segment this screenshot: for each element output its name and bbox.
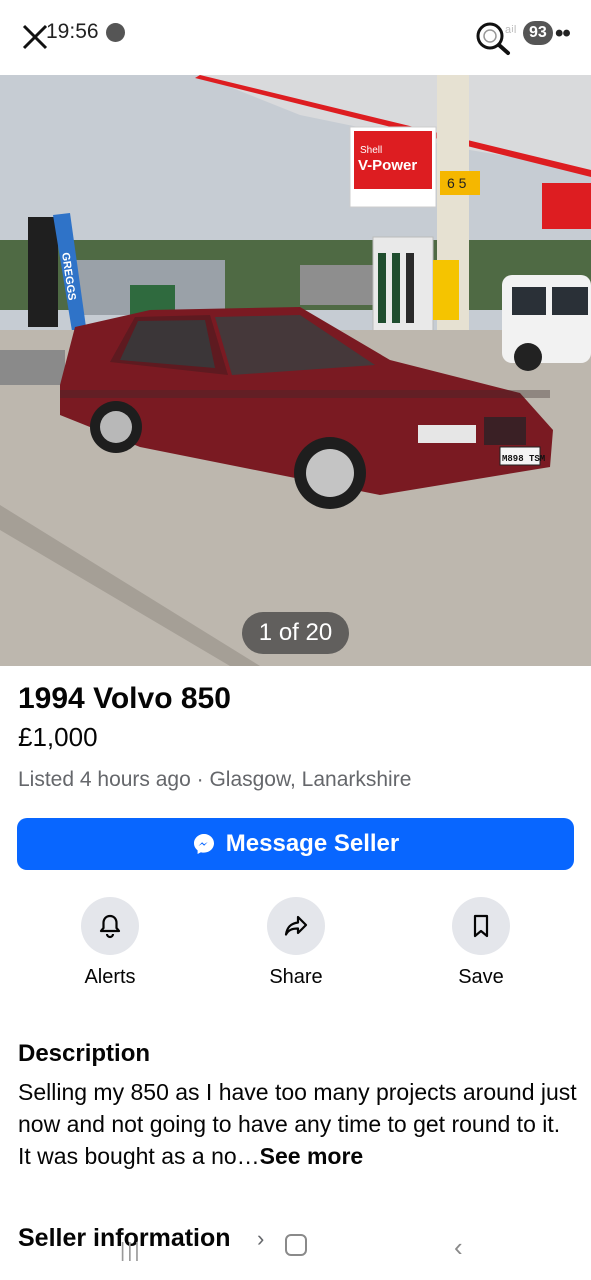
messenger-notification-icon: [106, 23, 125, 42]
alerts-label: Alerts: [84, 966, 136, 988]
more-options-icon[interactable]: ••: [555, 20, 571, 48]
chevron-right-icon[interactable]: ›: [257, 1226, 264, 1252]
home-icon[interactable]: [285, 1234, 307, 1256]
share-action[interactable]: Share: [236, 897, 356, 989]
battery-indicator: 93: [523, 21, 553, 45]
bookmark-icon: [473, 914, 489, 938]
status-time: 19:56: [46, 20, 99, 43]
recent-apps-icon[interactable]: |||: [120, 1240, 142, 1263]
save-button[interactable]: [452, 897, 510, 955]
shell-brand-text: Shell: [360, 145, 382, 156]
save-action[interactable]: Save: [421, 897, 541, 989]
description-heading: Description: [18, 1040, 151, 1067]
alerts-action[interactable]: Alerts: [50, 897, 170, 989]
back-icon[interactable]: ‹: [454, 1232, 463, 1263]
vpower-text: V-Power: [358, 157, 417, 174]
photo-counter: 1 of 20: [242, 612, 349, 654]
listing-meta: Listed 4 hours ago · Glasgow, Lanarkshir…: [18, 768, 412, 791]
pump-number-sign: 6 5: [447, 175, 467, 191]
listing-photo[interactable]: 6 5 Shell V-Power GREGGS M898 TSM 1 of 2…: [0, 75, 591, 666]
messenger-icon: [193, 834, 214, 854]
listing-title: 1994 Volvo 850: [18, 682, 231, 715]
save-label: Save: [458, 966, 504, 988]
description-text-block: Selling my 850 as I have too many projec…: [18, 1076, 578, 1172]
number-plate-text: M898 TSM: [502, 454, 545, 464]
bell-icon: [99, 914, 121, 939]
message-seller-label: Message Seller: [225, 830, 400, 857]
message-seller-button[interactable]: Message Seller: [17, 818, 574, 870]
share-label: Share: [269, 966, 323, 988]
see-more-link[interactable]: See more: [260, 1143, 364, 1169]
status-bar: 19:56 ᵃⁱˡ 93 ••: [0, 0, 591, 75]
share-button[interactable]: [267, 897, 325, 955]
search-zoom-icon[interactable]: [474, 20, 512, 56]
share-arrow-icon: [284, 915, 308, 936]
alerts-button[interactable]: [81, 897, 139, 955]
car-photo-illustration: 6 5 Shell V-Power GREGGS M898 TSM: [0, 75, 591, 666]
listing-price: £1,000: [18, 722, 98, 752]
